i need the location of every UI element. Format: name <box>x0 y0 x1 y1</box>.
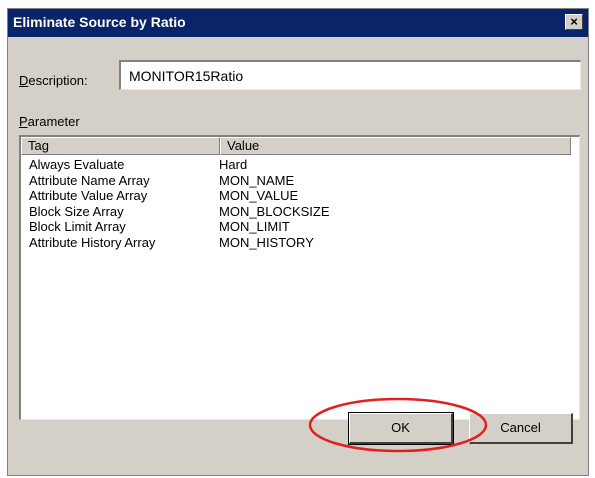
cancel-button[interactable]: Cancel <box>469 413 573 444</box>
parameter-label: Parameter <box>19 114 80 129</box>
list-header: Tag Value <box>21 137 571 155</box>
description-label-rest: escription: <box>28 73 88 88</box>
cell-tag: Attribute Name Array <box>29 172 150 188</box>
cell-tag: Always Evaluate <box>29 157 125 172</box>
cell-value: MON_HISTORY <box>219 234 314 250</box>
title-bar[interactable]: Eliminate Source by Ratio × <box>8 9 588 37</box>
cell-tag: Attribute Value Array <box>29 188 148 204</box>
cell-tag: Block Limit Array <box>29 219 126 235</box>
column-header-tag[interactable]: Tag <box>21 137 220 155</box>
cell-value: MON_LIMIT <box>219 219 290 235</box>
cell-tag: Attribute History Array <box>29 234 156 250</box>
window-title: Eliminate Source by Ratio <box>13 14 186 30</box>
description-label: Description: <box>19 73 88 88</box>
column-header-value[interactable]: Value <box>220 137 571 155</box>
parameter-list[interactable]: Tag Value Always Evaluate Hard Attribute… <box>19 135 580 420</box>
description-label-accel: D <box>19 73 29 88</box>
cell-value: MON_NAME <box>219 172 295 188</box>
description-input[interactable]: MONITOR15Ratio <box>119 60 581 90</box>
cell-value: MON_BLOCKSIZE <box>219 203 330 219</box>
parameter-label-rest: arameter <box>27 114 80 129</box>
close-icon: × <box>570 14 578 29</box>
ok-button[interactable]: OK <box>348 412 454 445</box>
parameter-label-accel: P <box>19 114 28 129</box>
cell-value: Hard <box>219 157 248 172</box>
cell-tag: Block Size Array <box>29 203 124 219</box>
cell-value: MON_VALUE <box>219 188 299 204</box>
close-button[interactable]: × <box>565 14 583 30</box>
